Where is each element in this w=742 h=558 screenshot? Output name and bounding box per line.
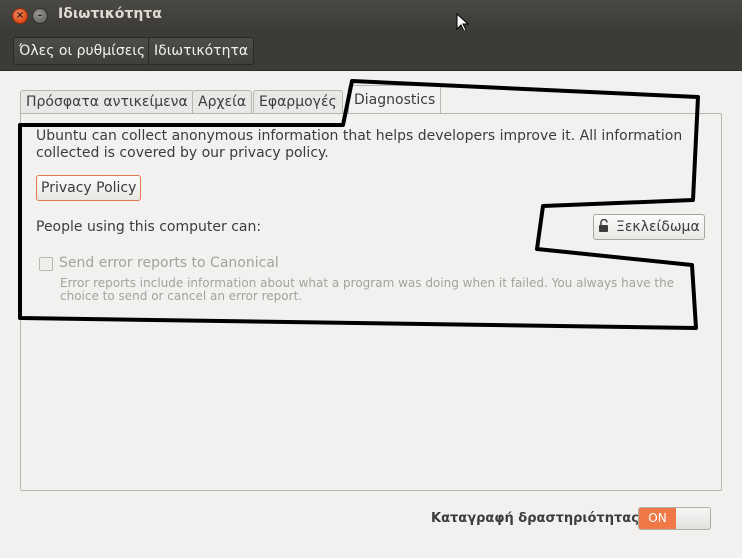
tab-recent-items[interactable]: Πρόσφατα αντικείμενα xyxy=(20,90,194,114)
window-title: Ιδιωτικότητα xyxy=(58,6,162,22)
main-content: Πρόσφατα αντικείμενα Αρχεία Εφαρμογές Di… xyxy=(0,71,742,558)
minimize-button[interactable]: – xyxy=(32,8,48,24)
title-bar: × – Ιδιωτικότητα xyxy=(0,0,742,30)
diagnostics-description: Ubuntu can collect anonymous information… xyxy=(36,128,683,161)
tab-files[interactable]: Αρχεία xyxy=(192,90,253,114)
tab-applications[interactable]: Εφαρμογές xyxy=(253,90,343,114)
unlock-button[interactable]: Ξεκλείδωμα xyxy=(593,214,705,240)
activity-logging-switch[interactable]: ON xyxy=(638,507,711,530)
lock-icon xyxy=(599,218,608,232)
activity-logging-label: Καταγραφή δραστηριότητας xyxy=(431,511,639,526)
privacy-policy-button[interactable]: Privacy Policy xyxy=(36,175,142,201)
close-button[interactable]: × xyxy=(12,8,28,24)
send-error-reports-description: Error reports include information about … xyxy=(60,276,675,303)
minimize-icon: – xyxy=(37,10,43,21)
people-label: People using this computer can: xyxy=(36,219,262,235)
all-settings-button[interactable]: Όλες οι ρυθμίσεις xyxy=(13,37,152,65)
send-error-reports-label: Send error reports to Canonical xyxy=(59,255,279,271)
unlock-button-label: Ξεκλείδωμα xyxy=(616,219,700,235)
diagnostics-panel: Ubuntu can collect anonymous information… xyxy=(20,113,722,491)
send-error-reports-checkbox[interactable] xyxy=(39,257,53,271)
breadcrumb-privacy[interactable]: Ιδιωτικότητα xyxy=(148,37,255,65)
toolbar: Όλες οι ρυθμίσεις Ιδιωτικότητα xyxy=(0,30,742,71)
tab-diagnostics[interactable]: Diagnostics xyxy=(348,85,442,115)
close-icon: × xyxy=(15,10,25,21)
switch-on-label: ON xyxy=(639,508,676,529)
